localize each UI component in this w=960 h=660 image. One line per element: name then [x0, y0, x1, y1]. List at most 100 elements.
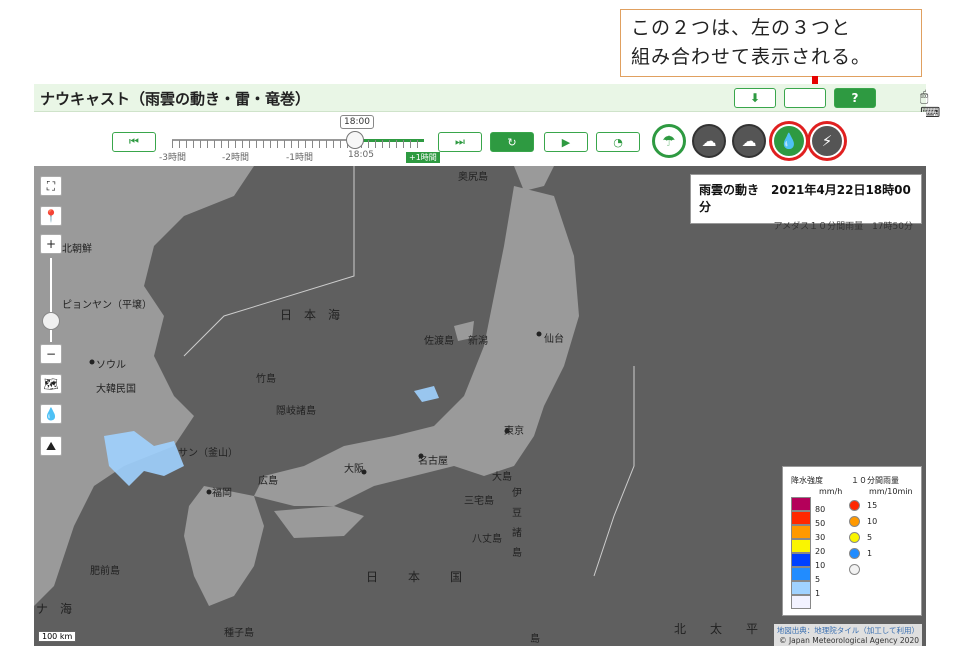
lightning-icon: ⚡ — [821, 132, 833, 150]
legend-panel: 降水強度 mm/h １０分間雨量 mm/10min 80 50 30 20 10 5 1 1… — [782, 466, 922, 616]
map-label: 大韓民国 — [96, 384, 136, 395]
legend-swatch-row: 30 — [791, 525, 851, 542]
rain-cloud-layer-button[interactable]: ☂ — [652, 124, 686, 158]
drop-outline-icon: 💧 — [43, 407, 59, 421]
scale-bar: 100 km — [38, 631, 77, 642]
location-pin-icon: 📍 — [43, 209, 59, 223]
legend-swatch — [791, 581, 811, 595]
legend-swatch — [791, 567, 811, 581]
legend-dot — [849, 532, 860, 543]
download-icon: ⬇ — [749, 91, 761, 105]
timeline-toolbar: ⏮ 18:00 -3時間 -2時間 -1時間 18:05 +1時間 ⏭ ↻ ▶ … — [34, 112, 926, 166]
map-label: 日本国 — [366, 570, 493, 584]
legend-swatch-row: 80 — [791, 497, 851, 514]
first-frame-button[interactable]: ⏮ — [112, 132, 156, 152]
legend-dot-row: 5 — [849, 531, 909, 547]
fullscreen-icon: ⛶ — [46, 178, 56, 193]
legend-swatch-row: 10 — [791, 553, 851, 570]
tick-label: 18:05 — [348, 150, 374, 160]
tornado-cloud-icon: ☁ — [741, 132, 757, 150]
legend-swatch — [791, 595, 811, 609]
map-layer-button[interactable]: 🗺 — [40, 374, 62, 394]
tornado-cloud-layer-button[interactable]: ☁ — [732, 124, 766, 158]
legend-right-unit: mm/10min — [869, 487, 913, 496]
annotation-callout: この２つは、左の３つと 組み合わせて表示される。 — [620, 9, 922, 77]
legend-right-title: １０分間雨量 — [851, 476, 899, 485]
legend-dot-row: 1 — [849, 547, 909, 563]
map-label: サン（釜山） — [178, 448, 238, 459]
map-label: 広島 — [258, 476, 278, 487]
legend-dot — [849, 564, 860, 575]
legend-dot — [849, 500, 860, 511]
legend-swatch — [791, 511, 811, 525]
thunder-cloud-icon: ☁ — [701, 132, 717, 150]
last-frame-button[interactable]: ⏭ — [438, 132, 482, 152]
location-button[interactable]: 📍 — [40, 206, 62, 226]
map-view[interactable]: ⛶ 📍 + − 🗺 💧 ⛰ 北朝鮮 ピョンヤン（平壌） ソウル 大韓民国 サン（… — [34, 166, 926, 646]
zoom-in-button[interactable]: + — [40, 234, 62, 254]
lightning-layer-button[interactable]: ⚡ — [810, 124, 844, 158]
map-label: 日本海 — [280, 308, 353, 322]
tick-label: -2時間 — [222, 153, 249, 163]
help-icon: ? — [851, 91, 859, 105]
map-icon: 🗺 — [43, 377, 59, 391]
lightning-cloud-layer-button[interactable]: ☁ — [692, 124, 726, 158]
rain-layer-toggle-button[interactable]: 💧 — [40, 404, 62, 424]
map-label: 奥尻島 — [458, 172, 488, 183]
map-credit: 地図出典：地理院タイル（加工して利用） © Japan Meteorologic… — [773, 624, 922, 646]
skip-end-icon: ⏭ — [455, 135, 465, 148]
time-info-panel: 雨雲の動き 2021年4月22日18時00分 アメダス１０分間雨量 17時50分 — [690, 174, 922, 232]
fullscreen-button[interactable]: ⛶ — [40, 176, 62, 196]
map-label: 名古屋 — [418, 456, 448, 467]
latest-button[interactable]: ↻ — [490, 132, 534, 152]
water-drop-icon: 💧 — [779, 132, 799, 150]
legend-swatch-row — [791, 595, 851, 609]
speed-button[interactable]: ◔ — [596, 132, 640, 152]
play-button[interactable]: ▶ — [544, 132, 588, 152]
amedas-rain-layer-button[interactable]: 💧 — [772, 124, 806, 158]
zoom-out-button[interactable]: − — [40, 344, 62, 364]
legend-swatch — [791, 525, 811, 539]
map-label: 隠岐諸島 — [276, 406, 316, 417]
map-label: 北太平 — [674, 622, 783, 636]
legend-swatch-row: 5 — [791, 567, 851, 584]
legend-dot-label: 10 — [867, 517, 878, 526]
map-label: 八丈島 — [472, 534, 502, 545]
plus-icon: + — [45, 237, 57, 251]
map-label: 三宅島 — [464, 496, 494, 507]
zoom-slider-handle[interactable] — [42, 312, 60, 330]
map-label: ソウル — [96, 360, 126, 371]
legend-swatch-row: 1 — [791, 581, 851, 598]
legend-swatch-row: 50 — [791, 511, 851, 528]
timeline-handle[interactable] — [346, 131, 364, 149]
tick-label: -1時間 — [286, 153, 313, 163]
timeline-ticks — [172, 140, 424, 148]
map-label: 種子島 — [224, 628, 254, 639]
current-time-label: 18:00 — [340, 115, 374, 129]
map-label: 北朝鮮 — [62, 244, 92, 255]
credit-line-1[interactable]: 地図出典：地理院タイル（加工して利用） — [777, 625, 919, 636]
legend-dot — [849, 548, 860, 559]
refresh-icon: ↻ — [507, 135, 517, 149]
mountain-icon: ⛰ — [45, 438, 57, 453]
download-button[interactable]: ⬇ — [734, 88, 776, 108]
map-label: 福岡 — [212, 488, 232, 499]
info-main: 雨雲の動き 2021年4月22日18時00分 — [699, 183, 911, 214]
callout-line-1: この２つは、左の３つと — [631, 17, 852, 39]
legend-dot-label: 15 — [867, 501, 878, 510]
speed-icon: ◔ — [613, 135, 623, 149]
help-button[interactable]: ? — [834, 88, 876, 108]
legend-dot-row: 15 — [849, 499, 909, 515]
map-label: 新潟 — [468, 336, 488, 347]
legend-dot-label: 1 — [867, 549, 873, 558]
page-title: ナウキャスト（雨雲の動き・雷・竜巻） — [40, 90, 311, 108]
plus-one-hour-label: +1時間 — [406, 152, 440, 163]
map-label: ピョンヤン（平壌） — [62, 300, 152, 311]
map-label: 東京 — [504, 426, 524, 437]
terrain-button[interactable]: ⛰ — [40, 436, 62, 456]
legend-dot-row: 10 — [849, 515, 909, 531]
rain-cloud-icon: ☂ — [662, 132, 676, 150]
legend-swatch — [791, 553, 811, 567]
settings-button[interactable] — [784, 88, 826, 108]
callout-line-2: 組み合わせて表示される。 — [631, 46, 872, 68]
